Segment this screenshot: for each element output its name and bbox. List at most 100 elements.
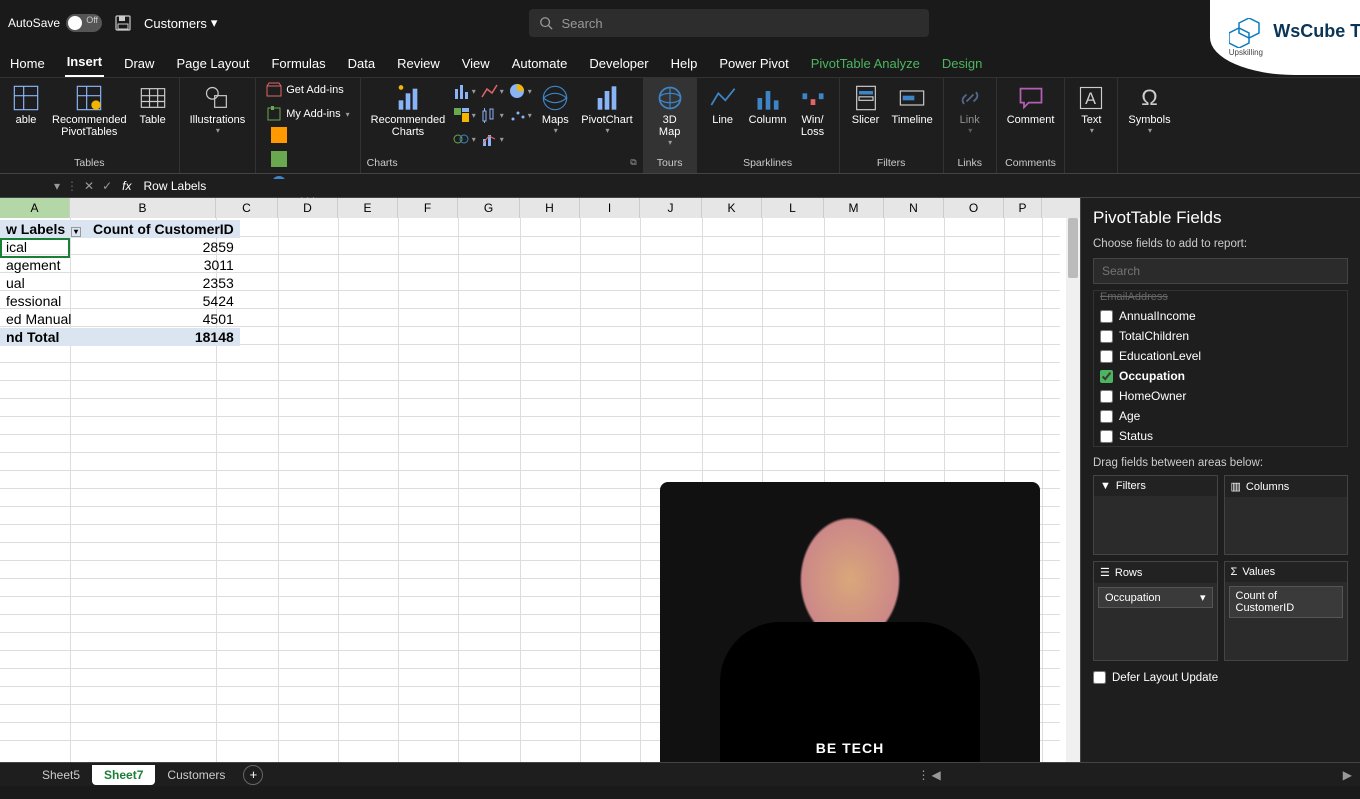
- symbols-button[interactable]: ΩSymbols▾: [1124, 80, 1174, 137]
- qat-workbook-dropdown[interactable]: Customers ▾: [144, 15, 217, 31]
- namebox-dropdown-icon[interactable]: ▾: [50, 179, 64, 193]
- scatter-chart-button[interactable]: ▾: [507, 104, 533, 126]
- field-checkbox[interactable]: [1100, 390, 1113, 403]
- sheet-tab-sheet7[interactable]: Sheet7: [92, 765, 155, 785]
- field-homeowner[interactable]: HomeOwner: [1094, 386, 1347, 406]
- column-header-H[interactable]: H: [520, 198, 580, 218]
- column-header-E[interactable]: E: [338, 198, 398, 218]
- fx-icon[interactable]: fx: [116, 179, 137, 193]
- tab-view[interactable]: View: [460, 50, 492, 77]
- charts-launcher-icon[interactable]: ⧉: [630, 157, 636, 169]
- field-totalchildren[interactable]: TotalChildren: [1094, 326, 1347, 346]
- sheet-tab-sheet5[interactable]: Sheet5: [30, 765, 92, 785]
- tab-power-pivot[interactable]: Power Pivot: [717, 50, 790, 77]
- tab-data[interactable]: Data: [346, 50, 377, 77]
- sparkline-winloss-button[interactable]: Win/ Loss: [793, 80, 833, 140]
- my-addins-button[interactable]: My Add-ins▾: [262, 104, 353, 124]
- tab-scroll-left-icon[interactable]: ◀: [932, 768, 941, 782]
- field-checkbox[interactable]: [1100, 350, 1113, 363]
- column-header-M[interactable]: M: [824, 198, 884, 218]
- tab-formulas[interactable]: Formulas: [269, 50, 327, 77]
- tab-page-layout[interactable]: Page Layout: [174, 50, 251, 77]
- column-header-A[interactable]: A: [0, 198, 70, 218]
- timeline-button[interactable]: Timeline: [888, 80, 937, 128]
- column-header-G[interactable]: G: [458, 198, 520, 218]
- vertical-scrollbar[interactable]: [1066, 218, 1080, 762]
- field-checkbox[interactable]: [1100, 330, 1113, 343]
- save-icon[interactable]: [114, 14, 132, 32]
- field-list[interactable]: EmailAddressAnnualIncomeTotalChildrenEdu…: [1093, 290, 1348, 447]
- tab-pivottable-analyze[interactable]: PivotTable Analyze: [809, 50, 922, 77]
- rows-chip[interactable]: Occupation▾: [1098, 587, 1213, 608]
- values-area[interactable]: ΣValues Count of CustomerID: [1224, 561, 1349, 661]
- defer-checkbox[interactable]: [1093, 671, 1106, 684]
- column-header-I[interactable]: I: [580, 198, 640, 218]
- sheet-tab-customers[interactable]: Customers: [155, 765, 237, 785]
- tab-draw[interactable]: Draw: [122, 50, 156, 77]
- field-occupation[interactable]: Occupation: [1094, 366, 1347, 386]
- text-button[interactable]: AText▾: [1071, 80, 1111, 137]
- autosave-toggle[interactable]: AutoSave Off: [8, 14, 102, 32]
- column-headers[interactable]: ABCDEFGHIJKLMNOP: [0, 198, 1080, 218]
- combo-chart-button[interactable]: ▾: [479, 128, 505, 150]
- cancel-icon[interactable]: ✕: [80, 179, 98, 193]
- pie-chart-button[interactable]: ▾: [507, 80, 533, 102]
- rows-area[interactable]: ☰Rows Occupation▾: [1093, 561, 1218, 661]
- column-header-B[interactable]: B: [70, 198, 216, 218]
- column-header-N[interactable]: N: [884, 198, 944, 218]
- enter-icon[interactable]: ✓: [98, 179, 116, 193]
- field-checkbox[interactable]: [1100, 430, 1113, 443]
- toggle-switch[interactable]: Off: [66, 14, 102, 32]
- name-box[interactable]: [0, 179, 50, 193]
- field-age[interactable]: Age: [1094, 406, 1347, 426]
- tab-developer[interactable]: Developer: [587, 50, 650, 77]
- scrollbar-thumb[interactable]: [1068, 218, 1078, 278]
- tab-automate[interactable]: Automate: [510, 50, 570, 77]
- field-checkbox[interactable]: [1100, 370, 1113, 383]
- column-header-D[interactable]: D: [278, 198, 338, 218]
- tab-home[interactable]: Home: [8, 50, 47, 77]
- tab-help[interactable]: Help: [669, 50, 700, 77]
- people-graph-addin[interactable]: [266, 148, 292, 170]
- field-checkbox[interactable]: [1100, 310, 1113, 323]
- pivottable-button[interactable]: able: [6, 80, 46, 128]
- rowlabels-filter-icon[interactable]: ▾: [71, 227, 81, 237]
- get-addins-button[interactable]: Get Add-ins: [262, 80, 347, 100]
- bing-maps-addin[interactable]: [266, 124, 292, 146]
- pivot-row[interactable]: ual2353: [0, 274, 240, 292]
- 3d-map-button[interactable]: 3D Map▾: [650, 80, 690, 149]
- column-header-O[interactable]: O: [944, 198, 1004, 218]
- field-status[interactable]: Status: [1094, 426, 1347, 446]
- fields-search-input[interactable]: [1093, 258, 1348, 284]
- waterfall-chart-button[interactable]: ▾: [451, 128, 477, 150]
- defer-layout-update[interactable]: Defer Layout Update: [1093, 671, 1348, 684]
- filters-area[interactable]: ▼Filters: [1093, 475, 1218, 555]
- column-header-C[interactable]: C: [216, 198, 278, 218]
- illustrations-button[interactable]: Illustrations▾: [186, 80, 250, 137]
- column-header-F[interactable]: F: [398, 198, 458, 218]
- pivot-row[interactable]: ical2859: [0, 238, 240, 256]
- tab-options-icon[interactable]: ⋮: [918, 768, 930, 782]
- search-box[interactable]: Search: [529, 9, 929, 37]
- pivottable[interactable]: w Labels ▾ Count of CustomerID ical2859a…: [0, 220, 240, 346]
- field-checkbox[interactable]: [1100, 410, 1113, 423]
- column-chart-button[interactable]: ▾: [451, 80, 477, 102]
- sparkline-line-button[interactable]: Line: [703, 80, 743, 128]
- column-header-L[interactable]: L: [762, 198, 824, 218]
- pivot-row[interactable]: agement3011: [0, 256, 240, 274]
- comment-button[interactable]: Comment: [1003, 80, 1059, 128]
- table-button[interactable]: Table: [133, 80, 173, 128]
- column-header-K[interactable]: K: [702, 198, 762, 218]
- link-button[interactable]: Link▾: [950, 80, 990, 137]
- slicer-button[interactable]: Slicer: [846, 80, 886, 128]
- hierarchy-chart-button[interactable]: ▾: [451, 104, 477, 126]
- pivot-row[interactable]: ed Manual4501: [0, 310, 240, 328]
- sparkline-column-button[interactable]: Column: [745, 80, 791, 128]
- statistic-chart-button[interactable]: ▾: [479, 104, 505, 126]
- worksheet[interactable]: ABCDEFGHIJKLMNOP w Labels ▾ Count of Cus…: [0, 198, 1080, 762]
- tab-review[interactable]: Review: [395, 50, 442, 77]
- new-sheet-button[interactable]: +: [243, 765, 263, 785]
- tab-scroll-right-icon[interactable]: ▶: [1343, 768, 1352, 782]
- line-chart-button[interactable]: ▾: [479, 80, 505, 102]
- column-header-J[interactable]: J: [640, 198, 702, 218]
